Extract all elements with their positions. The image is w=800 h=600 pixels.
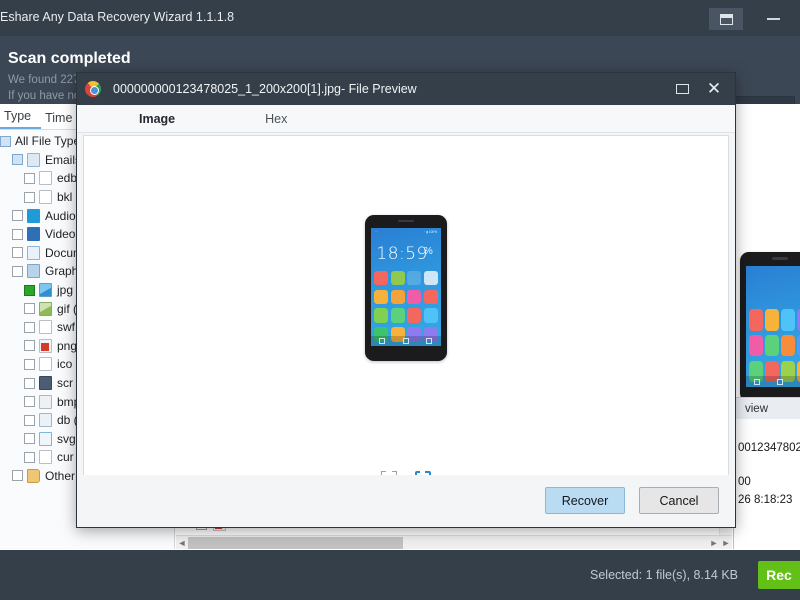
dialog-close-button[interactable]: ✕ (703, 78, 725, 100)
recover-button-primary[interactable]: Rec (758, 561, 800, 589)
horizontal-scroll-thumb[interactable] (188, 537, 403, 549)
file-list-horizontal-scrollbar[interactable]: ◄ ► ► (176, 535, 732, 549)
phone-speaker (772, 257, 788, 260)
checkbox[interactable] (24, 414, 35, 426)
checkbox[interactable] (12, 210, 23, 222)
selection-summary: Selected: 1 file(s), 8.14 KB (590, 568, 738, 582)
checkbox[interactable] (24, 433, 35, 445)
scan-result-line-1: We found 227 (8, 74, 80, 86)
checkbox[interactable] (12, 265, 23, 277)
scan-result-line-2: If you have no (8, 90, 81, 102)
phone-clock: 18:59 (376, 243, 428, 264)
close-icon: ✕ (706, 79, 722, 98)
preview-image: ·· · ▮ 100% 18:59 % (365, 215, 447, 361)
dialog-footer: Recover Cancel (77, 475, 735, 527)
gif-icon (39, 301, 52, 316)
checkbox[interactable] (24, 340, 35, 352)
blank-icon (39, 320, 52, 335)
tab-image[interactable]: Image (139, 112, 175, 126)
dialog-maximize-button[interactable] (673, 81, 691, 97)
graphics-icon (27, 264, 40, 279)
checkbox[interactable] (0, 135, 11, 147)
checkbox[interactable] (12, 228, 23, 240)
checkbox[interactable] (24, 172, 35, 184)
restore-window-button[interactable] (709, 8, 743, 30)
file-preview-dialog: 000000000123478025_1_200x200[1].jpg- Fil… (76, 72, 736, 528)
checkbox[interactable] (24, 303, 35, 315)
scan-status-heading: Scan completed (8, 50, 131, 67)
jpg-icon (39, 283, 52, 298)
dialog-tab-bar: Image Hex (77, 105, 735, 133)
checkbox[interactable] (24, 451, 35, 463)
checkbox[interactable] (12, 154, 23, 166)
png-icon (39, 338, 52, 353)
scroll-right-arrow-icon[interactable]: ► (708, 537, 720, 549)
checkbox[interactable] (24, 284, 35, 296)
detail-file-date: 26 8:18:23 (738, 494, 793, 506)
phone-statusbar: ·· · ▮ 100% (371, 228, 442, 236)
blank-icon (39, 357, 52, 372)
phone-statusbar (746, 266, 800, 275)
screenshot-root: Eshare Any Data Recovery Wizard 1.1.1.8 … (0, 0, 800, 600)
detail-file-size: 00 (738, 476, 751, 488)
minimize-window-button[interactable] (756, 8, 790, 30)
svg-icon (39, 431, 52, 446)
chrome-icon (85, 81, 101, 97)
checkbox[interactable] (24, 358, 35, 370)
dialog-preview-canvas: ·· · ▮ 100% 18:59 % (83, 135, 729, 521)
checkbox[interactable] (12, 470, 23, 482)
doc-icon (27, 245, 40, 260)
blank-icon (39, 190, 52, 205)
tab-hex[interactable]: Hex (265, 112, 287, 126)
phone-status-left: ·· (374, 230, 378, 235)
recover-button[interactable]: Recover (545, 487, 625, 514)
phone-app-grid (749, 309, 800, 383)
phone-navbar (370, 335, 442, 347)
checkbox[interactable] (12, 247, 23, 259)
mail-icon (27, 152, 40, 167)
checkbox[interactable] (24, 191, 35, 203)
dialog-title-bar: 000000000123478025_1_200x200[1].jpg- Fil… (77, 73, 735, 105)
other-icon (27, 468, 40, 483)
minimize-icon (766, 18, 780, 20)
sidebar-tab-type[interactable]: Type (0, 107, 42, 129)
db-icon (39, 413, 52, 428)
bmp-icon (39, 394, 52, 409)
checkbox[interactable] (24, 377, 35, 389)
restore-icon (719, 13, 733, 25)
dialog-title: 000000000123478025_1_200x200[1].jpg- Fil… (113, 82, 417, 96)
phone-navbar (745, 376, 800, 387)
main-footer: Selected: 1 file(s), 8.14 KB Rec (0, 550, 800, 600)
detail-preview-tab[interactable]: view (734, 397, 800, 419)
video-icon (27, 227, 40, 242)
detail-preview-thumbnail (740, 252, 800, 402)
cancel-button[interactable]: Cancel (639, 487, 719, 514)
checkbox[interactable] (24, 321, 35, 333)
main-title-bar: Eshare Any Data Recovery Wizard 1.1.1.8 (0, 0, 800, 36)
application-title: Eshare Any Data Recovery Wizard 1.1.1.8 (0, 10, 235, 24)
detail-file-name: 00123478025 (738, 442, 800, 454)
phone-weather-widget: % (423, 245, 433, 257)
maximize-icon (675, 84, 689, 94)
phone-screen (745, 265, 800, 387)
scroll-right-page-icon[interactable]: ► (720, 537, 732, 549)
phone-status-right: · ▮ 100% (424, 230, 438, 235)
scr-icon (39, 376, 52, 391)
blank-icon (39, 450, 52, 465)
blank-icon (39, 171, 52, 186)
file-detail-panel: view 00123478025 00 26 8:18:23 (733, 104, 800, 549)
checkbox[interactable] (24, 396, 35, 408)
phone-screen: ·· · ▮ 100% 18:59 % (370, 228, 442, 347)
phone-app-grid (374, 270, 438, 342)
scroll-left-arrow-icon[interactable]: ◄ (176, 537, 188, 549)
audio-icon (27, 208, 40, 223)
